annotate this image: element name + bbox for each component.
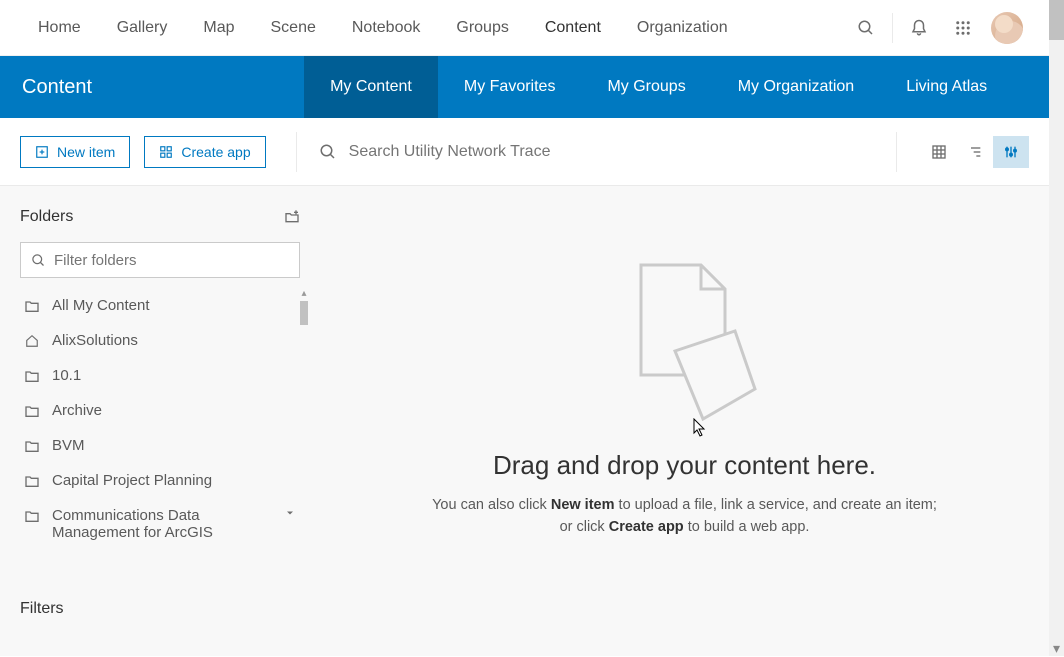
nav-groups[interactable]: Groups — [438, 1, 526, 55]
scroll-down-icon[interactable]: ▾ — [1049, 641, 1064, 656]
tab-my-organization[interactable]: My Organization — [712, 56, 881, 118]
tab-my-content[interactable]: My Content — [304, 56, 438, 118]
view-table-icon[interactable] — [921, 136, 957, 168]
folder-icon — [24, 439, 40, 453]
search-wrap — [319, 137, 872, 167]
search-icon — [31, 253, 46, 268]
new-item-button[interactable]: New item — [20, 136, 130, 168]
add-folder-icon[interactable] — [284, 209, 300, 225]
page-scrollbar[interactable]: ▾ — [1049, 0, 1064, 656]
top-nav: Home Gallery Map Scene Notebook Groups C… — [0, 0, 1049, 56]
grid-icon — [159, 145, 173, 159]
toolbar-separator-2 — [896, 132, 897, 172]
empty-subtitle: You can also click New item to upload a … — [425, 495, 945, 539]
folder-label: Archive — [52, 402, 102, 419]
page-title: Content — [0, 56, 114, 118]
folder-communications-data-management[interactable]: Communications Data Management for ArcGI… — [20, 498, 300, 550]
folder-capital-project-planning[interactable]: Capital Project Planning — [20, 463, 300, 498]
folder-all-my-content[interactable]: All My Content — [20, 288, 300, 323]
folder-label: 10.1 — [52, 367, 81, 384]
folder-icon — [24, 474, 40, 488]
toolbar: New item Create app — [0, 118, 1049, 186]
folder-label: AlixSolutions — [52, 332, 138, 349]
folder-10-1[interactable]: 10.1 — [20, 358, 300, 393]
nav-notebook[interactable]: Notebook — [334, 1, 439, 55]
empty-sub-text: You can also click — [432, 497, 551, 513]
folder-archive[interactable]: Archive — [20, 393, 300, 428]
main-content[interactable]: Drag and drop your content here. You can… — [320, 186, 1049, 656]
empty-sub-bold-new-item: New item — [551, 497, 615, 513]
folder-label: All My Content — [52, 297, 150, 314]
folder-alixsolutions[interactable]: AlixSolutions — [20, 323, 300, 358]
folders-header-label: Folders — [20, 208, 73, 226]
folder-icon — [24, 369, 40, 383]
top-nav-items: Home Gallery Map Scene Notebook Groups C… — [20, 1, 746, 55]
folder-list: ▴ All My Content AlixSolutions 10.1 — [20, 288, 300, 550]
folder-icon — [24, 404, 40, 418]
empty-title: Drag and drop your content here. — [493, 450, 876, 481]
plus-square-icon — [35, 145, 49, 159]
filters-header: Filters — [20, 600, 300, 618]
folder-label: Communications Data Management for ArcGI… — [52, 507, 252, 541]
create-app-label: Create app — [181, 144, 250, 160]
empty-illustration-icon — [595, 246, 775, 426]
tab-my-favorites[interactable]: My Favorites — [438, 56, 582, 118]
empty-sub-text: to build a web app. — [684, 519, 810, 535]
view-toggles — [921, 136, 1029, 168]
folder-icon — [24, 509, 40, 523]
nav-gallery[interactable]: Gallery — [99, 1, 186, 55]
nav-organization[interactable]: Organization — [619, 1, 746, 55]
new-item-label: New item — [57, 144, 115, 160]
sidebar: Folders ▴ All My Content — [0, 186, 320, 656]
search-icon[interactable] — [844, 0, 888, 56]
view-list-icon[interactable] — [957, 136, 993, 168]
subnav-tabs: My Content My Favorites My Groups My Org… — [304, 56, 1013, 118]
top-divider — [892, 13, 893, 43]
nav-scene[interactable]: Scene — [253, 1, 334, 55]
view-filters-icon[interactable] — [993, 136, 1029, 168]
filter-folders-input[interactable] — [54, 252, 289, 269]
nav-content[interactable]: Content — [527, 1, 619, 55]
empty-sub-bold-create-app: Create app — [609, 519, 684, 535]
chevron-down-icon — [284, 507, 296, 519]
folder-list-scrollbar[interactable]: ▴ — [300, 288, 308, 338]
tab-my-groups[interactable]: My Groups — [581, 56, 711, 118]
filter-folders-wrap[interactable] — [20, 242, 300, 278]
toolbar-separator — [296, 132, 297, 172]
home-icon — [24, 334, 40, 348]
search-icon — [319, 143, 337, 161]
nav-map[interactable]: Map — [185, 1, 252, 55]
bell-icon[interactable] — [897, 0, 941, 56]
avatar[interactable] — [985, 0, 1029, 56]
nav-home[interactable]: Home — [20, 1, 99, 55]
body: Folders ▴ All My Content — [0, 186, 1049, 656]
folder-bvm[interactable]: BVM — [20, 428, 300, 463]
folder-icon — [24, 299, 40, 313]
subnav: Content My Content My Favorites My Group… — [0, 56, 1049, 118]
tab-living-atlas[interactable]: Living Atlas — [880, 56, 1013, 118]
folders-header: Folders — [20, 208, 300, 226]
apps-grid-icon[interactable] — [941, 0, 985, 56]
folder-label: BVM — [52, 437, 85, 454]
create-app-button[interactable]: Create app — [144, 136, 265, 168]
search-input[interactable] — [349, 137, 872, 167]
folder-label: Capital Project Planning — [52, 472, 212, 489]
